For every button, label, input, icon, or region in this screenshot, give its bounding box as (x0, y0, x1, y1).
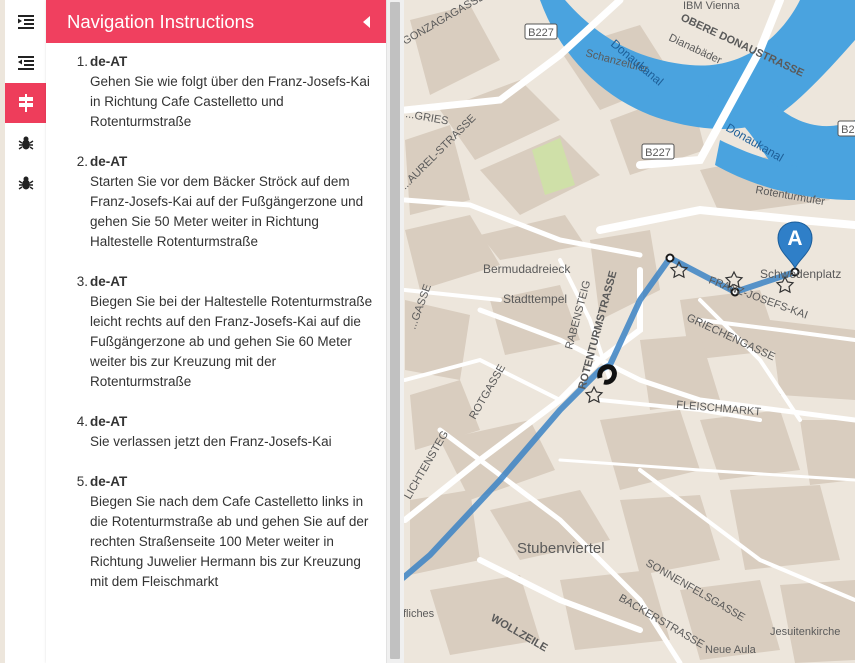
instruction-item: 2. de-AT Starten Sie vor dem Bäcker Strö… (77, 152, 374, 252)
panel-header: Navigation Instructions (46, 0, 386, 43)
instruction-list: 1. de-AT Gehen Sie wie folgt über den Fr… (46, 43, 386, 592)
panel-title: Navigation Instructions (67, 10, 255, 32)
instruction-item: 5. de-AT Biegen Sie nach dem Cafe Castel… (77, 472, 374, 592)
place-jesuitenkirche: Jesuitenkirche (770, 626, 840, 638)
marker-label: A (787, 227, 802, 250)
step-text: Sie verlassen jetzt den Franz-Josefs-Kai (90, 434, 332, 449)
place-neue-aula: Neue Aula (705, 644, 757, 656)
svg-text:B227: B227 (528, 27, 554, 39)
step-number: 3. (76, 274, 88, 289)
step-language: de-AT (90, 274, 128, 289)
step-number: 2. (76, 154, 88, 169)
place-stubenviertel: Stubenviertel (517, 540, 605, 557)
place-schwedenplatz: Schwedenplatz (760, 267, 841, 281)
instruction-item: 1. de-AT Gehen Sie wie folgt über den Fr… (77, 52, 374, 132)
step-number: 4. (76, 414, 88, 429)
place-bermudadreieck: Bermudadreieck (483, 262, 571, 276)
bug-icon (18, 176, 33, 190)
step-number: 5. (76, 474, 88, 489)
panel-scrollbar[interactable] (386, 0, 404, 663)
scrollbar-thumb[interactable] (390, 2, 400, 659)
step-language: de-AT (90, 474, 128, 489)
debug-button-1[interactable] (5, 123, 46, 163)
route-button[interactable] (5, 83, 46, 123)
caret-left-icon (363, 15, 370, 28)
step-language: de-AT (90, 154, 128, 169)
bug-icon (18, 136, 33, 150)
svg-text:B227: B227 (645, 147, 671, 159)
debug-button-2[interactable] (5, 163, 46, 203)
place-ibm: IBM Vienna (683, 0, 741, 12)
step-language: de-AT (90, 414, 128, 429)
collapse-panel-button[interactable] (360, 15, 374, 29)
step-text: Gehen Sie wie folgt über den Franz-Josef… (90, 74, 370, 129)
route-signpost-icon (18, 94, 33, 112)
indent-button[interactable] (5, 0, 46, 43)
svg-text:B227: B227 (841, 124, 855, 136)
step-text: Biegen Sie nach dem Cafe Castelletto lin… (90, 494, 369, 589)
instruction-item: 3. de-AT Biegen Sie bei der Haltestelle … (77, 272, 374, 392)
step-text: Biegen Sie bei der Haltestelle Rotenturm… (90, 294, 373, 389)
step-text: Starten Sie vor dem Bäcker Ströck auf de… (90, 174, 364, 249)
navigation-panel: Navigation Instructions 1. de-AT Gehen S… (46, 0, 386, 663)
place-fliches: fliches (403, 608, 435, 620)
place-stadttempel: Stadttempel (503, 292, 567, 306)
indent-icon (17, 14, 34, 29)
step-number: 1. (76, 54, 88, 69)
outdent-button[interactable] (5, 43, 46, 83)
step-language: de-AT (90, 54, 128, 69)
outdent-icon (17, 56, 34, 70)
instruction-item: 4. de-AT Sie verlassen jetzt den Franz-J… (77, 412, 374, 452)
sidebar-toolbar (5, 0, 47, 663)
